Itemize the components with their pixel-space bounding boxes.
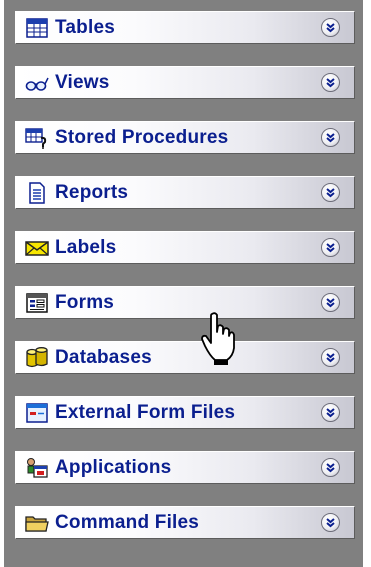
chevron-down-icon[interactable] xyxy=(321,513,340,532)
section-label: Tables xyxy=(55,16,115,38)
folder-icon xyxy=(25,512,49,534)
section-command-files[interactable]: Command Files xyxy=(15,506,355,539)
report-icon xyxy=(25,181,49,204)
form-icon xyxy=(25,292,49,314)
section-label: Command Files xyxy=(55,511,200,533)
chevron-down-icon[interactable] xyxy=(321,73,340,92)
section-databases[interactable]: Databases xyxy=(15,341,355,374)
external-form-icon xyxy=(25,402,49,424)
envelope-icon xyxy=(25,237,49,259)
chevron-down-icon[interactable] xyxy=(321,293,340,312)
chevron-down-icon[interactable] xyxy=(321,128,340,147)
chevron-down-icon[interactable] xyxy=(321,183,340,202)
section-stored-procedures[interactable]: Stored Procedures xyxy=(15,121,355,154)
table-icon xyxy=(25,17,49,39)
chevron-down-icon[interactable] xyxy=(321,458,340,477)
section-views[interactable]: Views xyxy=(15,66,355,99)
section-applications[interactable]: Applications xyxy=(15,451,355,484)
section-forms[interactable]: Forms xyxy=(15,286,355,319)
section-label: External Form Files xyxy=(55,401,236,423)
database-icon xyxy=(25,346,49,369)
chevron-down-icon[interactable] xyxy=(321,18,340,37)
section-label: Reports xyxy=(55,181,129,203)
section-reports[interactable]: Reports xyxy=(15,176,355,209)
chevron-down-icon[interactable] xyxy=(321,348,340,367)
glasses-icon xyxy=(25,72,49,94)
stored-procedure-icon xyxy=(25,127,49,149)
section-label: Views xyxy=(55,71,110,93)
chevron-down-icon[interactable] xyxy=(321,403,340,422)
section-label: Forms xyxy=(55,291,115,313)
application-icon xyxy=(25,457,49,479)
chevron-down-icon[interactable] xyxy=(321,238,340,257)
explorer-panel: Tables Views Stored Procedures Reports L… xyxy=(4,0,363,567)
section-label: Applications xyxy=(55,456,172,478)
section-label: Stored Procedures xyxy=(55,126,229,148)
section-labels[interactable]: Labels xyxy=(15,231,355,264)
section-label: Labels xyxy=(55,236,117,258)
section-label: Databases xyxy=(55,346,152,368)
section-tables[interactable]: Tables xyxy=(15,11,355,44)
section-external-form-files[interactable]: External Form Files xyxy=(15,396,355,429)
